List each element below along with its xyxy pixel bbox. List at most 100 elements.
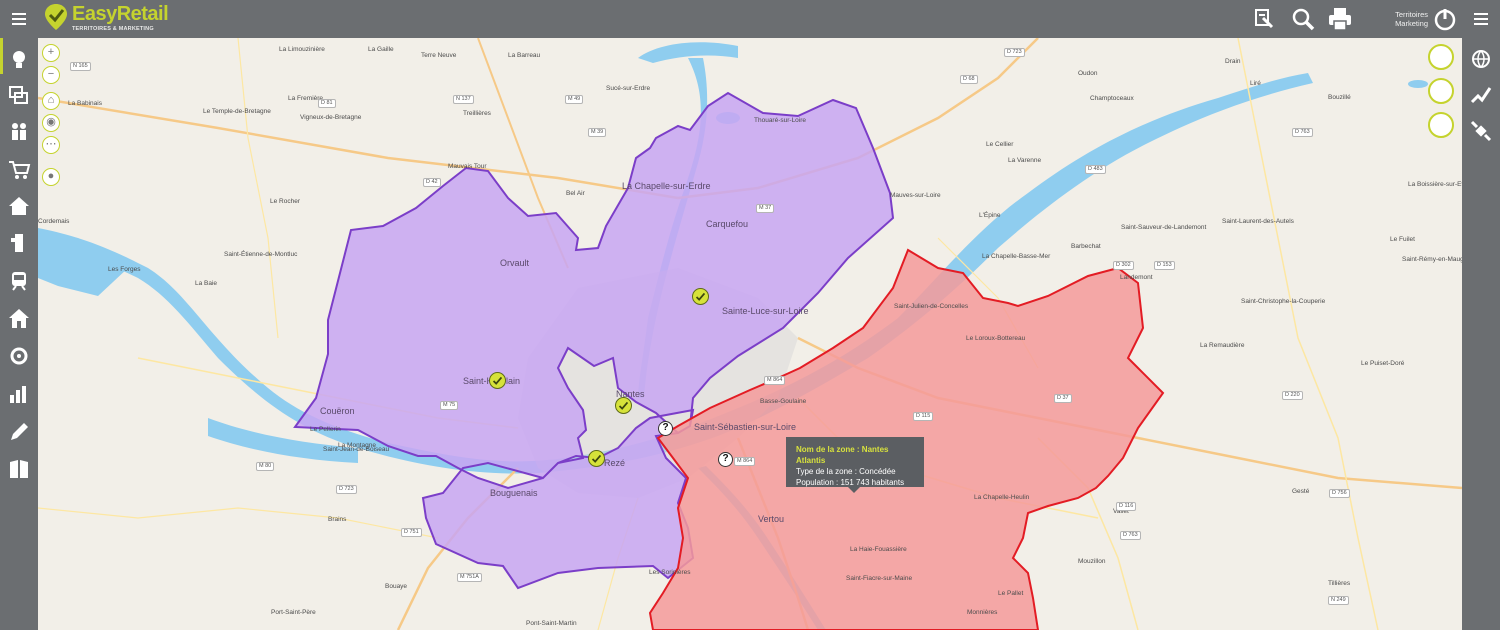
brand-tagline: TERRITOIRES & MARKETING (72, 26, 154, 32)
account-name[interactable]: Territoires Marketing (1378, 10, 1428, 28)
bar-chart-icon[interactable] (6, 381, 32, 407)
road-badge: M 751A (457, 573, 482, 582)
menu-icon-right[interactable] (1472, 10, 1490, 28)
lightbulb-icon[interactable] (6, 47, 32, 73)
road-badge: D 723 (336, 485, 357, 494)
home-icon[interactable] (6, 306, 32, 332)
place-label: La Remaudière (1200, 342, 1245, 349)
place-label: La Chapelle-sur-Erdre (622, 181, 711, 191)
place-label: Port-Saint-Père (271, 609, 316, 616)
place-label: Saint-Étienne-de-Montluc (224, 251, 298, 258)
map-right-tools (1428, 44, 1458, 144)
settings-icon[interactable] (6, 343, 32, 369)
place-label: La Baie (195, 280, 218, 287)
pencil-icon[interactable] (6, 419, 32, 445)
cluster-zone-button[interactable] (1428, 78, 1454, 104)
globe-icon[interactable] (1468, 46, 1494, 72)
place-label: Saint-Laurent-des-Autels (1222, 218, 1294, 225)
place-label: La Babinais (68, 100, 102, 107)
people-icon[interactable] (6, 119, 32, 145)
cart-icon[interactable] (6, 156, 32, 182)
place-label: Mauves-sur-Loire (890, 192, 941, 199)
road-badge: M 39 (588, 128, 607, 137)
place-label: L'Épine (979, 212, 1001, 219)
edit-map-icon[interactable] (1251, 6, 1277, 32)
route-icon[interactable] (1468, 82, 1494, 108)
transport-icon[interactable] (6, 268, 32, 294)
logo-icon (45, 4, 67, 30)
place-label: Brains (328, 516, 347, 523)
place-label: Drain (1225, 58, 1241, 65)
map-zoom-controls: + − ⌂ ◉ ⋯ ● (42, 44, 60, 194)
account-line2: Marketing (1395, 19, 1428, 28)
place-label: Saint-Julien-de-Concelles (894, 303, 969, 310)
place-label: Oudon (1078, 70, 1098, 77)
satellite-icon[interactable] (1468, 118, 1494, 144)
brand-logo[interactable]: EasyRetail TERRITOIRES & MARKETING (44, 3, 184, 35)
search-icon[interactable] (1290, 6, 1316, 32)
app: EasyRetail TERRITOIRES & MARKETING Terri… (0, 0, 1500, 630)
place-label: Sucé-sur-Erdre (606, 85, 651, 92)
place-label: Bouaye (385, 583, 408, 590)
map-canvas[interactable]: La Limouzinière La Gaille Terre Neuve La… (38, 38, 1462, 630)
road-badge: D 220 (1282, 391, 1303, 400)
tooltip-population: Population : 151 743 habitants (796, 478, 905, 487)
place-label: Cordemais (38, 218, 70, 225)
home-view-button[interactable]: ⌂ (42, 92, 60, 110)
road-badge: D 68 (960, 75, 978, 84)
place-label: La Barreau (508, 52, 541, 59)
brand-name: EasyRetail (72, 3, 169, 25)
place-label: Tillières (1328, 580, 1351, 587)
road-badge: D 302 (1113, 261, 1134, 270)
check-marker-icon[interactable] (615, 397, 632, 414)
road-badge: M 864 (764, 376, 786, 385)
place-label: Les Forges (108, 266, 141, 273)
layer-toggle-button[interactable]: ◉ (42, 114, 60, 132)
place-label: Saint-Fiacre-sur-Maine (846, 575, 913, 582)
road-badge: N 249 (1328, 596, 1349, 605)
place-label: Pont-Saint-Martin (526, 620, 577, 627)
check-marker-icon[interactable] (692, 288, 709, 305)
zone-tooltip: Nom de la zone : Nantes Atlantis Type de… (786, 437, 924, 493)
place-label: Vigneux-de-Bretagne (300, 114, 362, 121)
print-icon[interactable] (1327, 6, 1353, 32)
place-label: Bouguenais (490, 488, 538, 498)
place-label: Couëron (320, 406, 355, 416)
place-label: Le Pallet (998, 590, 1024, 597)
place-label: Vertou (758, 514, 785, 524)
road-badge: D 153 (1154, 261, 1175, 270)
menu-icon[interactable] (10, 10, 28, 28)
road-badge: N 137 (453, 95, 474, 104)
share-button[interactable]: ⋯ (42, 136, 60, 154)
place-label: La Limouzinière (279, 46, 325, 53)
road-badge: D 751 (401, 528, 422, 537)
question-marker-icon[interactable]: ? (718, 452, 733, 467)
check-marker-icon[interactable] (489, 372, 506, 389)
place-label: Saint-Sébastien-sur-Loire (694, 422, 797, 432)
road-badge: D 756 (1329, 489, 1350, 498)
water-tower-icon[interactable] (6, 230, 32, 256)
road-badge: M 37 (756, 204, 775, 213)
place-label: Liré (1250, 80, 1261, 87)
road-badge: D 723 (1004, 48, 1025, 57)
place-label: Le Pellerin (310, 426, 341, 433)
draw-zone-button[interactable] (1428, 44, 1454, 70)
power-icon[interactable] (1432, 6, 1458, 32)
check-marker-icon[interactable] (588, 450, 605, 467)
zoom-out-button[interactable]: − (42, 66, 60, 84)
house-icon[interactable] (6, 193, 32, 219)
place-label: Saint-Christophe-la-Couperie (1241, 298, 1326, 305)
book-icon[interactable] (6, 456, 32, 482)
pegman-button[interactable]: ● (42, 168, 60, 186)
place-label: Mouzillon (1078, 558, 1106, 565)
road-badge: M 49 (565, 95, 584, 104)
road-badge: D 81 (318, 99, 336, 108)
question-marker-icon[interactable]: ? (658, 421, 673, 436)
place-label: Treillières (463, 110, 491, 117)
road-badge: D 763 (1292, 128, 1313, 137)
tooltip-type: Type de la zone : Concédée (796, 467, 896, 476)
locate-zone-button[interactable] (1428, 112, 1454, 138)
layers-icon[interactable] (6, 83, 32, 109)
road-badge: D 763 (1120, 531, 1141, 540)
zoom-in-button[interactable]: + (42, 44, 60, 62)
